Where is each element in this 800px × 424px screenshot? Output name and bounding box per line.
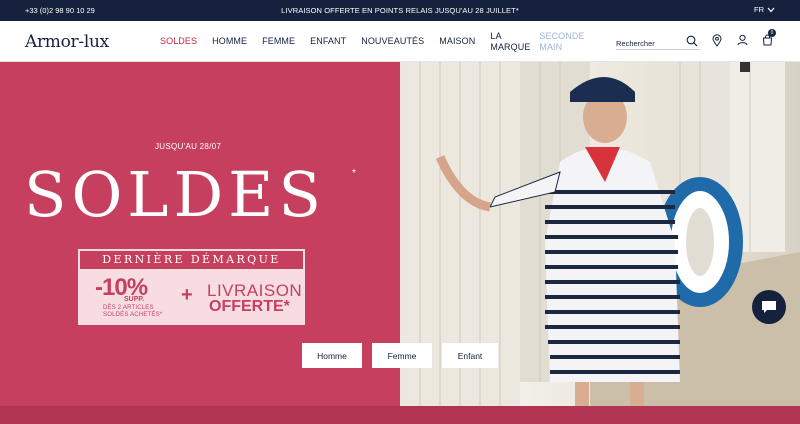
nav-item-enfant[interactable]: ENFANT [310,36,346,47]
search-box [616,33,700,50]
search-icon[interactable] [686,35,698,47]
discount-condition-line1: DÈS 2 ARTICLES [103,305,154,311]
plus-sign: + [181,284,193,306]
cart-count-badge: 0 [768,29,776,37]
nav-item-homme[interactable]: HOMME [212,36,247,47]
store-locator-icon[interactable] [712,34,722,47]
shop-homme-button[interactable]: Homme [302,343,362,368]
hero-bottom-strip [0,406,800,424]
brand-logo[interactable]: Armor-lux [25,32,109,52]
nav-item-soldes[interactable]: SOLDES [160,36,197,47]
sale-end-date: JUSQU'AU 28/07 [155,142,222,151]
nav-item-la-marque-line1: LA [490,30,502,41]
chat-widget-button[interactable] [752,290,786,324]
nav-item-nouveautes[interactable]: NOUVEAUTÉS [361,36,424,47]
language-selector[interactable]: FR [754,5,775,14]
chevron-down-icon [767,7,775,12]
hero-title: SOLDES [24,158,326,231]
nav-item-seconde-main-line1: SECONDE [539,30,585,41]
hero-title-asterisk: * [352,168,356,179]
delivery-offer-line2: OFFERTE* [209,298,290,315]
main-navigation: SOLDES HOMME FEMME ENFANT NOUVEAUTÉS MAI… [160,21,604,62]
promo-heading: DERNIÈRE DÉMARQUE [79,250,304,270]
main-header: Armor-lux SOLDES HOMME FEMME ENFANT NOUV… [0,21,800,62]
search-input[interactable] [616,36,682,48]
nav-item-seconde-main[interactable]: SECONDE MAIN [539,31,589,53]
nav-item-la-marque-line2: MARQUE [490,41,531,52]
nav-item-seconde-main-line2: MAIN [539,41,563,52]
promo-banner-text[interactable]: LIVRAISON OFFERTE EN POINTS RELAIS JUSQU… [0,6,800,15]
nav-item-la-marque[interactable]: LA MARQUE [490,30,530,53]
top-announcement-bar: +33 (0)2 98 90 10 29 LIVRAISON OFFERTE E… [0,0,800,21]
shop-enfant-button[interactable]: Enfant [442,343,498,368]
chat-bubble-icon [762,301,776,313]
promo-offer-box[interactable]: DERNIÈRE DÉMARQUE -10% SUPP. DÈS 2 ARTIC… [78,249,305,325]
language-label: FR [754,5,764,14]
discount-condition-line2: SOLDÉS ACHETÉS* [103,312,163,318]
discount-suffix: SUPP. [124,296,145,303]
nav-item-maison[interactable]: MAISON [439,36,475,47]
shop-femme-button[interactable]: Femme [372,343,432,368]
account-icon[interactable] [737,34,748,46]
nav-item-femme[interactable]: FEMME [262,36,295,47]
